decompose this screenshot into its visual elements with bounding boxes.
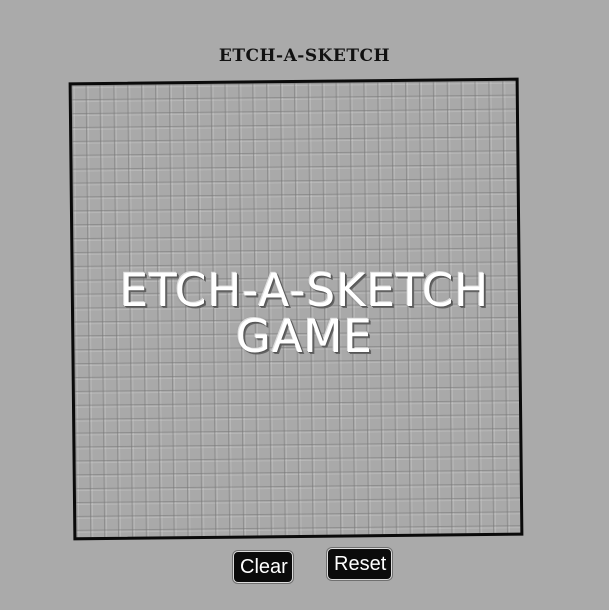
clear-button[interactable]: Clear bbox=[233, 551, 293, 583]
page-title: ETCH-A-SKETCH bbox=[218, 46, 391, 66]
sketch-board[interactable] bbox=[68, 77, 524, 541]
etch-a-sketch-page: ETCH-A-SKETCH ETCH-A-SKETCH GAME Clear R… bbox=[0, 0, 609, 610]
reset-button[interactable]: Reset bbox=[327, 548, 392, 580]
